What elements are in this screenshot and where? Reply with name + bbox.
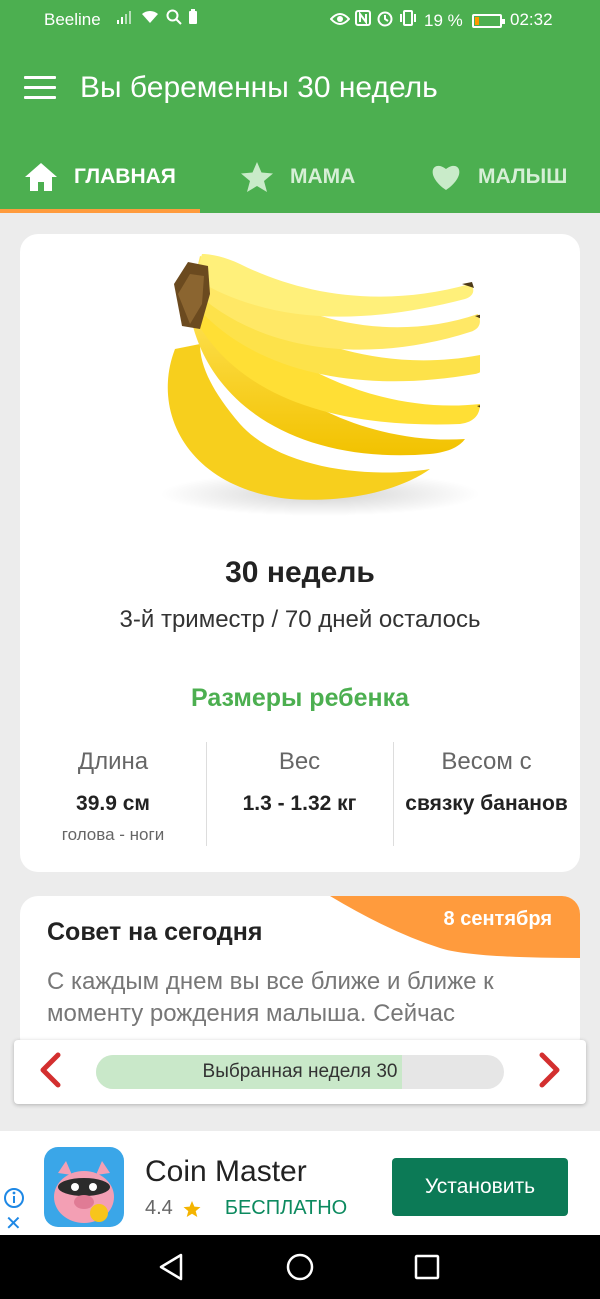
metric-value: 1.3 - 1.32 кг: [242, 792, 357, 815]
tab-home[interactable]: ГЛАВНАЯ: [24, 140, 176, 213]
clock: 02:32: [510, 10, 553, 29]
heart-icon: [430, 163, 462, 191]
tab-mom[interactable]: МАМА: [240, 140, 355, 213]
star-icon: [183, 1200, 201, 1218]
metric-value: 39.9 см: [76, 792, 150, 815]
tip-text: С каждым днем вы все ближе и ближе к мом…: [47, 968, 494, 1027]
home-circle-icon: [286, 1253, 314, 1281]
ad-rating: 4.4 БЕСПЛАТНО: [145, 1197, 347, 1220]
daily-tip-card[interactable]: 8 сентября Совет на сегодня С каждым дне…: [20, 896, 580, 1056]
ad-close-icon[interactable]: ✕: [5, 1211, 22, 1236]
battery-alert-icon: [188, 9, 198, 30]
week-info-card: 30 недель 3-й триместр / 70 дней осталос…: [20, 234, 580, 872]
app-icon[interactable]: [44, 1147, 124, 1227]
nfc-icon: [355, 10, 371, 31]
ad-banner[interactable]: ✕ Coin Master 4.4 БЕСПЛАТНО Установить: [0, 1131, 600, 1235]
eye-icon: [329, 11, 351, 31]
tab-bar: ГЛАВНАЯ МАМА МАЛЫШ: [0, 140, 600, 213]
metric-label: Весом с: [441, 748, 532, 775]
menu-icon[interactable]: [24, 76, 56, 100]
tip-date: 8 сентября: [443, 908, 552, 930]
week-selector: Выбранная неделя 30: [14, 1040, 586, 1104]
trimester-info: 3-й триместр / 70 дней осталось: [119, 606, 481, 633]
baby-sizes-title: Размеры ребенка: [190, 684, 410, 712]
app-bar: Вы беременны 30 недель: [0, 40, 600, 140]
install-button[interactable]: Установить: [392, 1158, 568, 1216]
status-bar: Beeline 19 % 02:32: [0, 0, 600, 40]
wifi-icon: [140, 9, 160, 30]
battery-icon: [471, 13, 505, 28]
home-icon: [24, 162, 58, 192]
page-title: Вы беременны 30 недель: [80, 71, 438, 104]
signal-icon: [116, 9, 134, 30]
metric-subtitle: голова - ноги: [61, 825, 165, 844]
ad-title: Coin Master: [145, 1155, 307, 1188]
battery-percent: 19 %: [424, 10, 463, 30]
tab-baby-label: МАЛЫШ: [478, 164, 568, 188]
tip-title: Совет на сегодня: [47, 918, 263, 946]
home-button[interactable]: [284, 1251, 316, 1283]
ad-price: БЕСПЛАТНО: [224, 1197, 348, 1219]
chevron-right-icon: [538, 1052, 562, 1093]
search-icon: [166, 9, 182, 30]
next-week-button[interactable]: [530, 1052, 570, 1093]
tab-home-label: ГЛАВНАЯ: [74, 164, 176, 188]
back-button[interactable]: [155, 1251, 187, 1283]
alarm-icon: [376, 9, 394, 32]
system-navigation-bar: [0, 1235, 600, 1299]
star-icon: [240, 161, 274, 193]
vibrate-icon: [399, 10, 417, 31]
back-icon: [159, 1253, 183, 1281]
week-progress-bar[interactable]: Выбранная неделя 30: [96, 1055, 504, 1089]
ad-info-icon[interactable]: [3, 1187, 25, 1214]
previous-week-button[interactable]: [30, 1052, 70, 1093]
rating-value: 4.4: [145, 1197, 173, 1219]
banana-image: [130, 254, 490, 524]
tab-mom-label: МАМА: [290, 164, 356, 188]
recents-button[interactable]: [411, 1251, 443, 1283]
metric-comparison: Весом с связку бананов: [393, 742, 579, 846]
metric-weight: Вес 1.3 - 1.32 кг: [206, 742, 392, 846]
selected-week-label: Выбранная неделя 30: [202, 1061, 398, 1082]
metric-label: Вес: [278, 748, 321, 775]
tab-baby[interactable]: МАЛЫШ: [430, 140, 567, 213]
carrier-label: Beeline: [44, 10, 101, 29]
metric-length: Длина 39.9 см голова - ноги: [20, 742, 206, 846]
chevron-left-icon: [38, 1052, 62, 1093]
metric-label: Длина: [77, 748, 149, 775]
tab-indicator: [0, 209, 200, 213]
weeks-heading: 30 недель: [225, 556, 375, 589]
recents-icon: [414, 1254, 440, 1280]
metric-value: связку бананов: [405, 792, 568, 815]
